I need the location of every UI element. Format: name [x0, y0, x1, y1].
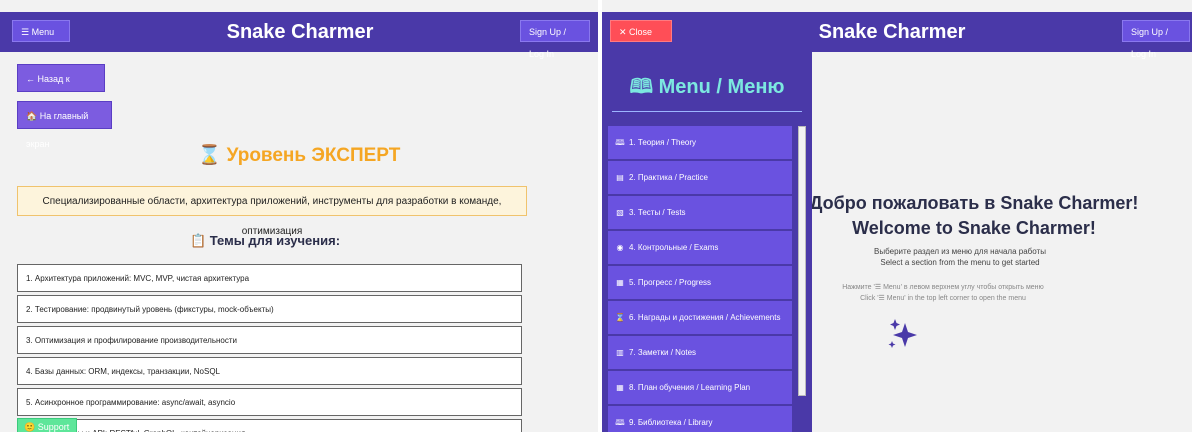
welcome-hint-en: Select a section from the menu to get st… — [880, 258, 1040, 267]
signup-button[interactable]: Sign Up / Log In — [520, 20, 590, 59]
menu-item-practice[interactable]: ▤ 2. Практика / Practice — [608, 161, 792, 194]
sparkle-icon — [888, 319, 917, 348]
calendar-icon: ▦ — [616, 383, 624, 392]
menu-hint-ru: Нажмите '☰ Menu' в левом верхнем углу чт… — [842, 284, 1044, 291]
menu-hint-en: Click '☰ Menu' in the top left corner to… — [860, 295, 1026, 302]
menu-item-label: 1. Теория / Theory — [629, 138, 697, 147]
app-title: Snake Charmer — [226, 21, 374, 43]
side-menu: 🕮 Menu / Меню 🕮 1. Теория / Theory ▤ 2. Пр… — [602, 52, 812, 432]
home-page-menu-open: ✕ Close Snake Charmer Sign Up / Log In 🕮… — [602, 0, 1192, 432]
topic-item[interactable]: 5. Асинхронное программирование: async/a… — [17, 388, 522, 416]
target-icon: ◉ — [616, 243, 624, 252]
topic-item[interactable]: 2. Тестирование: продвинутый уровень (фи… — [17, 295, 522, 323]
hourglass-icon: ⌛ — [615, 313, 625, 322]
menu-item-label: 4. Контрольные / Exams — [629, 243, 719, 252]
close-menu-button[interactable]: ✕ Close — [610, 20, 672, 42]
menu-item-label: 3. Тесты / Tests — [629, 208, 686, 217]
topic-item[interactable]: 3. Оптимизация и профилирование производ… — [17, 326, 522, 354]
support-button[interactable]: 🙂 Support — [17, 418, 77, 432]
menu-scrollbar[interactable] — [798, 126, 806, 396]
book-icon: 🕮 — [615, 138, 625, 147]
menu-item-library[interactable]: 🕮 9. Библиотека / Library — [608, 406, 792, 432]
welcome-heading-ru: Добро пожаловать в Snake Charmer! — [812, 193, 1139, 213]
menu-item-label: 2. Практика / Practice — [629, 173, 708, 182]
menu-item-theory[interactable]: 🕮 1. Теория / Theory — [608, 126, 792, 159]
chart-icon: ▦ — [616, 278, 624, 287]
menu-item-notes[interactable]: ▥ 7. Заметки / Notes — [608, 336, 792, 369]
menu-item-progress[interactable]: ▦ 5. Прогресс / Progress — [608, 266, 792, 299]
menu-item-achievements[interactable]: ⌛ 6. Награды и достижения / Achievements — [608, 301, 792, 334]
welcome-hint-ru: Выберите раздел из меню для начала работ… — [874, 247, 1046, 256]
menu-item-label: 7. Заметки / Notes — [629, 348, 697, 357]
menu-item-label: 9. Библиотека / Library — [629, 418, 713, 427]
welcome-heading-en: Welcome to Snake Charmer! — [852, 218, 1096, 238]
home-button[interactable]: 🏠 На главный экран — [17, 101, 112, 149]
practice-icon: ▤ — [616, 173, 624, 182]
level-page: ☰ Menu Snake Charmer Sign Up / Log In ← … — [0, 0, 598, 432]
menu-item-label: 5. Прогресс / Progress — [629, 278, 712, 287]
menu-title: 🕮 Menu / Меню — [629, 76, 785, 98]
top-bar: ✕ Close Snake Charmer Sign Up / Log In — [602, 12, 1192, 59]
library-icon: 🕮 — [615, 418, 625, 427]
top-bar: ☰ Menu Snake Charmer Sign Up / Log In — [0, 12, 598, 59]
menu-item-exams[interactable]: ◉ 4. Контрольные / Exams — [608, 231, 792, 264]
level-title: ⌛ Уровень ЭКСПЕРТ — [197, 145, 401, 166]
topic-item[interactable]: 1. Архитектура приложений: MVC, MVP, чис… — [17, 264, 522, 292]
menu-item-tests[interactable]: ▧ 3. Тесты / Tests — [608, 196, 792, 229]
menu-item-label: 6. Награды и достижения / Achievements — [629, 313, 781, 322]
document-icon: ▧ — [616, 208, 624, 217]
level-description: Специализированные области, архитектура … — [17, 186, 527, 237]
topic-item[interactable]: 4. Базы данных: ORM, индексы, транзакции… — [17, 357, 522, 385]
menu-item-label: 8. План обучения / Learning Plan — [629, 383, 751, 392]
menu-divider — [612, 111, 802, 112]
back-to-levels-button[interactable]: ← Назад к уровням — [17, 64, 105, 112]
topics-heading: 📋 Темы для изучения: — [189, 233, 341, 248]
topic-item[interactable]: 6. Веб-сервисы и API: RESTful, GraphQL, … — [17, 419, 522, 432]
notes-icon: ▥ — [616, 348, 624, 357]
menu-item-learning-plan[interactable]: ▦ 8. План обучения / Learning Plan — [608, 371, 792, 404]
menu-button[interactable]: ☰ Menu — [12, 20, 70, 42]
welcome-area: Добро пожаловать в Snake Charmer! Welcom… — [812, 52, 1192, 432]
signup-button[interactable]: Sign Up / Log In — [1122, 20, 1190, 59]
app-title: Snake Charmer — [818, 21, 966, 43]
